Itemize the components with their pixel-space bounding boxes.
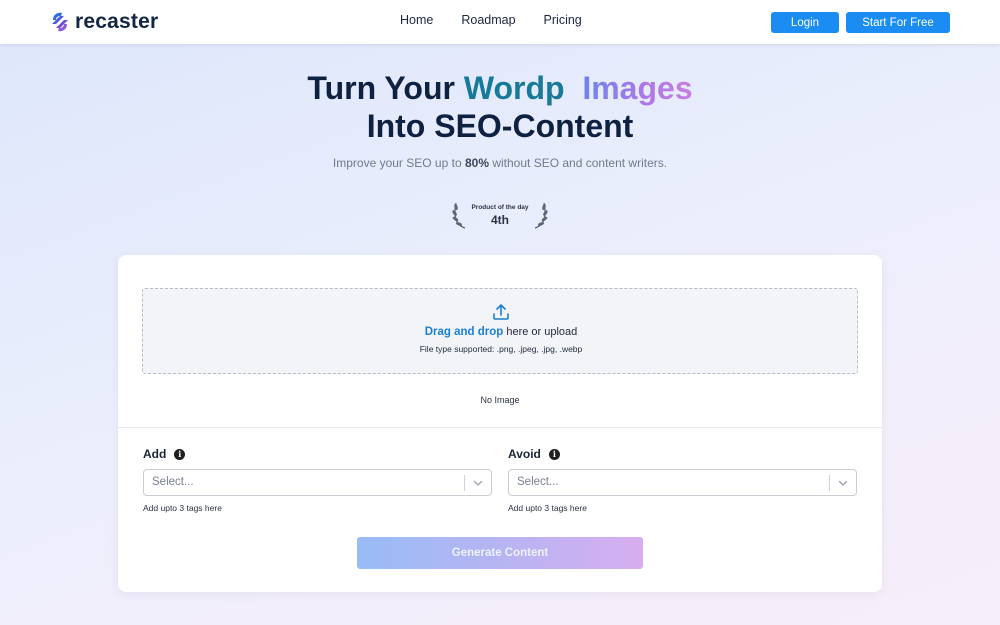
content-generator-card: Drag and drop here or upload File type s…	[118, 255, 882, 592]
info-icon[interactable]: i	[174, 448, 186, 460]
avoid-field-label: Avoid i	[508, 447, 560, 461]
hero-rotating-word-2: Images	[582, 70, 693, 106]
supported-file-types: File type supported: .png, .jpeg, .jpg, …	[419, 344, 583, 354]
brand-logo[interactable]: recaster	[50, 10, 158, 34]
product-of-the-day-badge[interactable]: Product of the day 4th	[451, 198, 549, 230]
drag-and-drop-link[interactable]: Drag and drop	[425, 326, 504, 338]
chevron-down-icon[interactable]	[837, 477, 849, 489]
hero-title-prefix: Turn Your	[307, 70, 455, 106]
select-separator	[829, 475, 830, 491]
login-button[interactable]: Login	[771, 12, 839, 33]
subtitle-after: without SEO and content writers.	[492, 156, 668, 170]
add-tags-select[interactable]: Select...	[143, 469, 492, 496]
main-nav: Home Roadmap Pricing	[400, 13, 610, 27]
brand-name: recaster	[75, 10, 159, 33]
avoid-select-placeholder: Select...	[517, 476, 559, 488]
upload-text: here or upload	[506, 326, 578, 338]
image-preview-empty-state: No Image	[480, 395, 520, 405]
generate-content-button[interactable]: Generate Content	[357, 537, 643, 569]
add-field-hint: Add upto 3 tags here	[143, 503, 222, 513]
nav-pricing[interactable]: Pricing	[544, 13, 582, 27]
hero-title-line-2: Into SEO-Content	[366, 108, 634, 144]
nav-home[interactable]: Home	[400, 13, 433, 27]
nav-roadmap[interactable]: Roadmap	[461, 13, 515, 27]
recaster-swirl-icon	[52, 12, 68, 32]
add-label-text: Add	[143, 447, 167, 461]
add-field-label: Add i	[143, 447, 186, 461]
subtitle-highlight: 80%	[464, 156, 489, 170]
laurel-right-icon	[534, 202, 548, 229]
card-divider	[118, 427, 882, 428]
info-icon[interactable]: i	[548, 448, 560, 460]
dropzone-instruction: Drag and drop here or upload	[143, 326, 859, 338]
image-dropzone[interactable]: Drag and drop here or upload File type s…	[142, 288, 858, 374]
top-header: recaster Home Roadmap Pricing Login Star…	[0, 0, 1000, 44]
start-for-free-button[interactable]: Start For Free	[846, 12, 950, 33]
chevron-down-icon[interactable]	[472, 477, 484, 489]
subtitle-before: Improve your SEO up to	[332, 156, 462, 170]
avoid-tags-select[interactable]: Select...	[508, 469, 857, 496]
upload-icon	[493, 304, 509, 320]
avoid-label-text: Avoid	[508, 447, 541, 461]
add-select-placeholder: Select...	[152, 476, 194, 488]
select-separator	[464, 475, 465, 491]
hero-rotating-word-1: Wordp	[463, 70, 565, 106]
avoid-field-hint: Add upto 3 tags here	[508, 503, 587, 513]
hero-subtitle: Improve your SEO up to 80% without SEO a…	[0, 156, 1000, 170]
hero-title-line-1: Turn Your Wordp Images	[0, 69, 1000, 107]
